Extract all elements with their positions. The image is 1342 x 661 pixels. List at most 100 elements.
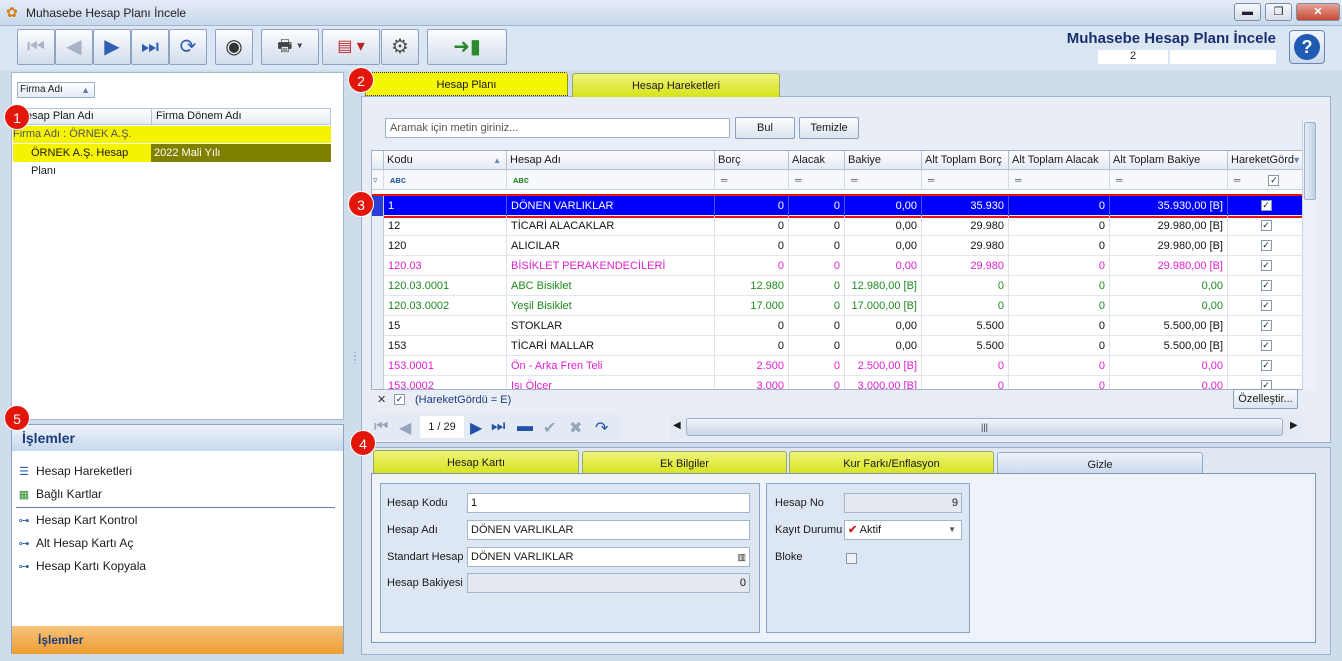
cell-ata[interactable]: 0 — [1009, 276, 1110, 296]
row-indicator[interactable] — [372, 256, 384, 276]
hareket-checkbox[interactable]: ✓ — [1260, 320, 1272, 331]
hareket-checkbox[interactable]: ✓ — [1260, 260, 1272, 271]
horizontal-scrollbar[interactable]: ◀ ||| ▶ — [670, 415, 1303, 439]
minimize-button[interactable]: ▬ — [1234, 3, 1261, 21]
cell-bakiye[interactable]: 0,00 — [845, 236, 922, 256]
splitter-handle[interactable]: ⋮ ⋮ — [350, 352, 360, 366]
cell-kodu[interactable]: 153.0002 — [384, 376, 507, 389]
cell-ata[interactable]: 0 — [1009, 336, 1110, 356]
col-alt-toplam-alacak[interactable]: Alt Toplam Alacak — [1009, 151, 1110, 170]
cell-hareket-gordu[interactable]: ✓ — [1228, 256, 1303, 276]
col-alt-toplam-bakiye[interactable]: Alt Toplam Bakiye — [1110, 151, 1228, 170]
cell-alacak[interactable]: 0 — [789, 336, 845, 356]
table-row[interactable]: 153 TİCARİ MALLAR 0 0 0,00 5.500 0 5.500,00 [B]… — [372, 336, 1303, 356]
group-by-firma-adi[interactable]: Firma Adı ▲ — [17, 82, 95, 98]
col-borc[interactable]: Borç — [715, 151, 789, 170]
cell-ata[interactable]: 0 — [1009, 376, 1110, 389]
cell-borc[interactable]: 3.000 — [715, 376, 789, 389]
cell-borc[interactable]: 0 — [715, 236, 789, 256]
scroll-right-icon[interactable]: ▶ — [1290, 420, 1298, 431]
table-row[interactable]: 15 STOKLAR 0 0 0,00 5.500 0 5.500,00 [B] ✓ — [372, 316, 1303, 336]
cell-atb[interactable]: 29.980 — [922, 236, 1009, 256]
cell-atbak[interactable]: 0,00 — [1110, 376, 1228, 389]
previous-record-icon[interactable]: ◀ — [55, 29, 93, 65]
filter-hesap-adi[interactable]: ᴀʙc — [507, 170, 715, 190]
export-pdf-button[interactable]: ▤ ▾ — [322, 29, 380, 65]
hareket-checkbox[interactable]: ✓ — [1260, 220, 1272, 231]
cell-alacak[interactable]: 0 — [789, 376, 845, 389]
cell-borc[interactable]: 0 — [715, 336, 789, 356]
cell-kodu[interactable]: 153.0001 — [384, 356, 507, 376]
filter-checkbox[interactable]: ✓ — [1268, 175, 1280, 186]
cell-hareket-gordu[interactable]: ✓ — [1228, 336, 1303, 356]
cell-alacak[interactable]: 0 — [789, 356, 845, 376]
cell-ad[interactable]: TİCARİ ALACAKLAR — [507, 216, 715, 236]
cell-bakiye[interactable]: 0,00 — [845, 336, 922, 356]
row-indicator[interactable] — [372, 316, 384, 336]
cell-ad[interactable]: Yeşil Bisiklet — [507, 296, 715, 316]
cell-kodu[interactable]: 120.03.0002 — [384, 296, 507, 316]
cell-ata[interactable]: 0 — [1009, 296, 1110, 316]
lookup-icon[interactable]: ▥ — [737, 548, 746, 566]
cell-ad[interactable]: Işı Ölçer — [507, 376, 715, 389]
col-hareket-gordu[interactable]: HareketGörd ▼ — [1228, 151, 1303, 170]
table-row[interactable]: 153.0001 Ön - Arka Fren Teli 2.500 0 2.500,0… — [372, 356, 1303, 376]
row-indicator[interactable] — [372, 356, 384, 376]
cell-hareket-gordu[interactable]: ✓ — [1228, 276, 1303, 296]
hareket-checkbox[interactable]: ✓ — [1260, 300, 1272, 311]
nav-delete-icon[interactable]: ▬ — [517, 418, 533, 436]
filter-hareket[interactable]: ═ ✓ — [1228, 170, 1303, 190]
cell-atb[interactable]: 5.500 — [922, 336, 1009, 356]
tab-hesap-plani[interactable]: Hesap Planı — [365, 72, 568, 96]
table-row[interactable]: 120.03.0002 Yeşil Bisiklet 17.000 0 17.000,0… — [372, 296, 1303, 316]
cell-kodu[interactable]: 153 — [384, 336, 507, 356]
cell-hareket-gordu[interactable]: ✓ — [1228, 196, 1303, 216]
cell-atbak[interactable]: 0,00 — [1110, 356, 1228, 376]
scroll-thumb[interactable] — [1304, 122, 1316, 200]
row-indicator[interactable] — [372, 296, 384, 316]
cell-atb[interactable]: 0 — [922, 296, 1009, 316]
cell-borc[interactable]: 17.000 — [715, 296, 789, 316]
nav-first-icon[interactable]: ⏮ — [374, 418, 388, 436]
print-button[interactable]: 🖶 ▾ — [261, 29, 319, 65]
cell-bakiye[interactable]: 0,00 — [845, 216, 922, 236]
cell-atb[interactable]: 0 — [922, 376, 1009, 389]
cell-borc[interactable]: 0 — [715, 316, 789, 336]
tab-hesap-karti[interactable]: Hesap Kartı — [373, 450, 579, 474]
table-row[interactable]: 120 ALICILAR 0 0 0,00 29.980 0 29.980,00 [B] ✓ — [372, 236, 1303, 256]
cell-bakiye[interactable]: 2.500,00 [B] — [845, 356, 922, 376]
standart-hesap-field[interactable]: DÖNEN VARLIKLAR ▥ — [467, 547, 750, 567]
col-hesap-adi[interactable]: Hesap Adı — [507, 151, 715, 170]
filter-text[interactable]: (HareketGördü = E) — [415, 394, 511, 406]
first-record-icon[interactable]: ⏮ — [17, 29, 55, 65]
hesap-adi-field[interactable]: DÖNEN VARLIKLAR — [467, 520, 750, 540]
cell-borc[interactable]: 2.500 — [715, 356, 789, 376]
hareket-checkbox[interactable]: ✓ — [1260, 340, 1272, 351]
action-hesap-karti-kopyala[interactable]: ⊶ Hesap Kartı Kopyala — [16, 556, 147, 576]
action-hesap-kart-kontrol[interactable]: ⊶ Hesap Kart Kontrol — [16, 510, 138, 530]
nav-cancel-icon[interactable]: ✖ — [569, 418, 582, 438]
filter-alacak[interactable]: ═ — [789, 170, 845, 190]
islemler-footer-button[interactable]: İşlemler — [12, 626, 343, 654]
cell-atbak[interactable]: 0,00 — [1110, 296, 1228, 316]
cell-atbak[interactable]: 5.500,00 [B] — [1110, 316, 1228, 336]
cell-hareket-gordu[interactable]: ✓ — [1228, 236, 1303, 256]
cell-alacak[interactable]: 0 — [789, 316, 845, 336]
row-indicator[interactable] — [372, 276, 384, 296]
row-indicator[interactable] — [372, 336, 384, 356]
last-record-icon[interactable]: ⏭ — [131, 29, 169, 65]
cell-ata[interactable]: 0 — [1009, 316, 1110, 336]
cell-alacak[interactable]: 0 — [789, 236, 845, 256]
cell-hareket-gordu[interactable]: ✓ — [1228, 376, 1303, 389]
cell-hareket-gordu[interactable]: ✓ — [1228, 296, 1303, 316]
filter-enabled-checkbox[interactable]: ✓ — [394, 394, 405, 405]
cell-atb[interactable]: 29.980 — [922, 256, 1009, 276]
table-row[interactable]: 12 TİCARİ ALACAKLAR 0 0 0,00 29.980 0 29.980,00… — [372, 216, 1303, 236]
tab-kur-farki[interactable]: Kur Farkı/Enflasyon — [789, 451, 994, 475]
hareket-checkbox[interactable]: ✓ — [1260, 360, 1272, 371]
cell-kodu[interactable]: 1 — [384, 196, 507, 216]
filter-bakiye[interactable]: ═ — [845, 170, 922, 190]
cell-kodu[interactable]: 120 — [384, 236, 507, 256]
cell-ad[interactable]: DÖNEN VARLIKLAR — [507, 196, 715, 216]
col-alt-toplam-borc[interactable]: Alt Toplam Borç — [922, 151, 1009, 170]
